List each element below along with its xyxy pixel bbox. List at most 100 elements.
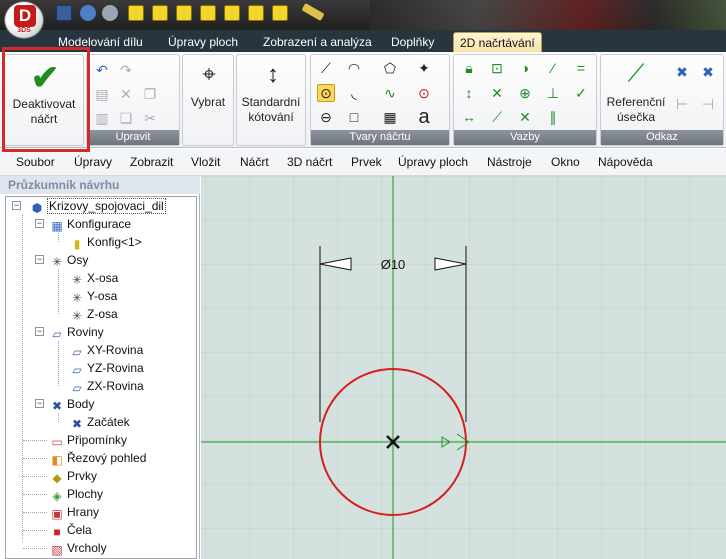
view-cube-icon[interactable]: [176, 5, 192, 21]
duplicate-icon[interactable]: ❏: [117, 109, 135, 127]
tab-part-modeling[interactable]: Modelování dílu: [52, 32, 149, 52]
reference-point-icon[interactable]: ✖: [671, 63, 693, 81]
menu-3d-sketch[interactable]: 3D náčrt: [287, 155, 332, 169]
line-icon[interactable]: ⟋: [317, 59, 335, 77]
tree-item-comments[interactable]: ▭ Připomínky: [50, 431, 127, 449]
tab-2d-sketching[interactable]: 2D načrtávání: [453, 32, 542, 52]
menu-sketch[interactable]: Náčrt: [240, 155, 269, 169]
tree-item-axes[interactable]: ✳ Osy: [50, 251, 88, 269]
plane-icon: ▱: [72, 345, 82, 359]
menu-file[interactable]: Soubor: [16, 155, 55, 169]
horizontal-icon[interactable]: ↔: [460, 108, 478, 126]
tree-item-label: Roviny: [67, 325, 104, 339]
reference-dimension-icon[interactable]: ⊢: [671, 95, 693, 113]
menu-help[interactable]: Nápověda: [598, 155, 653, 169]
tree-item-planes[interactable]: ▱ Roviny: [50, 323, 104, 341]
menu-edit[interactable]: Úpravy: [74, 155, 112, 169]
tree-item-configurations[interactable]: ▦ Konfigurace: [50, 215, 131, 233]
lock-icon[interactable]: 🔒︎: [460, 59, 478, 77]
tree-item-zx-plane[interactable]: ▱ ZX-Rovina: [70, 377, 143, 395]
equal-icon[interactable]: =: [572, 59, 590, 77]
app-menu-button[interactable]: D 3DS: [4, 1, 44, 39]
tree-item-faces[interactable]: ■ Čela: [50, 521, 91, 539]
tree-item-y-axis[interactable]: ✳ Y-osa: [70, 287, 117, 305]
tree-item-x-axis[interactable]: ✳ X-osa: [70, 269, 118, 287]
tree-item-config1[interactable]: ▮ Konfig<1>: [70, 233, 142, 251]
symmetric-icon[interactable]: ✕: [516, 108, 534, 126]
text-block-icon[interactable]: ▦: [381, 108, 399, 126]
expand-toggle[interactable]: −: [35, 327, 44, 336]
menu-tools[interactable]: Nástroje: [487, 155, 532, 169]
save-icon[interactable]: [56, 5, 72, 21]
select-button[interactable]: Vybrat: [183, 95, 233, 110]
expand-toggle[interactable]: −: [12, 201, 21, 210]
spline-icon[interactable]: ∿: [381, 84, 399, 102]
intersect-icon[interactable]: ✕: [488, 84, 506, 102]
copy-icon[interactable]: ❐: [141, 85, 159, 103]
menu-feature[interactable]: Prvek: [351, 155, 382, 169]
tab-addons[interactable]: Doplňky: [385, 32, 440, 52]
arc-icon[interactable]: ◠: [345, 59, 363, 77]
circle-tool-icon[interactable]: ⊙: [317, 84, 335, 102]
expand-toggle[interactable]: −: [35, 219, 44, 228]
view-cube-icon[interactable]: [152, 5, 168, 21]
coincident-icon[interactable]: ⊡: [488, 59, 506, 77]
tree-item-yz-plane[interactable]: ▱ YZ-Rovina: [70, 359, 143, 377]
redo-icon[interactable]: ↷: [117, 61, 135, 79]
menu-window[interactable]: Okno: [551, 155, 580, 169]
ellipse-icon[interactable]: ⊖: [317, 108, 335, 126]
pencil-icon[interactable]: [301, 3, 325, 21]
redo-icon[interactable]: [102, 5, 118, 21]
expand-toggle[interactable]: −: [35, 399, 44, 408]
standard-dimension-button[interactable]: Standardní kótování: [237, 55, 305, 129]
reference-line-button[interactable]: Referenční úsečka: [601, 55, 669, 129]
view-cube-icon[interactable]: [248, 5, 264, 21]
scissors-icon[interactable]: ✂: [141, 109, 159, 127]
point-icon[interactable]: ✦: [415, 59, 433, 77]
text-tool-icon[interactable]: a: [415, 107, 433, 127]
perpendicular-icon[interactable]: ⊥: [544, 84, 562, 102]
clipboard-icon[interactable]: ▥: [93, 109, 111, 127]
tab-view-analysis[interactable]: Zobrazení a analýza: [257, 32, 378, 52]
reference-dimension-alt-icon[interactable]: ⊣: [697, 95, 719, 113]
polygon-icon[interactable]: ⬠: [381, 59, 399, 77]
tree-item-label: Vrcholy: [67, 541, 107, 555]
parallel-icon[interactable]: ∥: [544, 108, 562, 126]
reference-point-alt-icon[interactable]: ✖: [697, 63, 719, 81]
tree-item-z-axis[interactable]: ✳ Z-osa: [70, 305, 118, 323]
view-cube-icon[interactable]: [128, 5, 144, 21]
midpoint-icon[interactable]: ⟋: [488, 108, 506, 126]
view-cube-icon[interactable]: [224, 5, 240, 21]
view-cube-icon[interactable]: [200, 5, 216, 21]
deactivate-label-line1: Deaktivovat: [12, 97, 76, 111]
undo-icon[interactable]: [80, 5, 96, 21]
target-point-icon[interactable]: ⊙: [415, 84, 433, 102]
menu-view[interactable]: Zobrazit: [130, 155, 173, 169]
deactivate-sketch-button[interactable]: Deaktivovat náčrt: [5, 55, 83, 145]
tree-item-section-view[interactable]: ◧ Řezový pohled: [50, 449, 146, 467]
tree-item-xy-plane[interactable]: ▱ XY-Rovina: [70, 341, 143, 359]
paste-icon[interactable]: ▤: [93, 85, 111, 103]
tab-surface-edit[interactable]: Úpravy ploch: [162, 32, 244, 52]
arc-3point-icon[interactable]: ◟: [345, 84, 363, 102]
fix-icon[interactable]: ✓: [572, 84, 590, 102]
menu-surface-edit[interactable]: Úpravy ploch: [398, 155, 468, 169]
undo-icon[interactable]: ↶: [93, 61, 111, 79]
tree-item-root[interactable]: ⬢ Krizovy_spojovaci_dil: [30, 197, 166, 215]
concentric-icon[interactable]: ⊕: [516, 84, 534, 102]
delete-icon[interactable]: ✕: [117, 85, 135, 103]
tree-item-features[interactable]: ◆ Prvky: [50, 467, 97, 485]
tree-item-points[interactable]: ✖ Body: [50, 395, 94, 413]
collinear-icon[interactable]: ⁄: [544, 59, 562, 77]
expand-toggle[interactable]: −: [35, 255, 44, 264]
view-cube-icon[interactable]: [272, 5, 288, 21]
tree-item-surfaces[interactable]: ◈ Plochy: [50, 485, 103, 503]
tree-item-vertices[interactable]: ▧ Vrcholy: [50, 539, 107, 557]
tangent-icon[interactable]: ◑: [516, 59, 534, 77]
sketch-canvas[interactable]: Ø10: [201, 176, 726, 559]
tree-item-edges[interactable]: ▣ Hrany: [50, 503, 99, 521]
rectangle-icon[interactable]: □: [345, 108, 363, 126]
vertical-icon[interactable]: ↕: [460, 84, 478, 102]
tree-item-origin[interactable]: ✖ Začátek: [70, 413, 130, 431]
menu-insert[interactable]: Vložit: [191, 155, 220, 169]
